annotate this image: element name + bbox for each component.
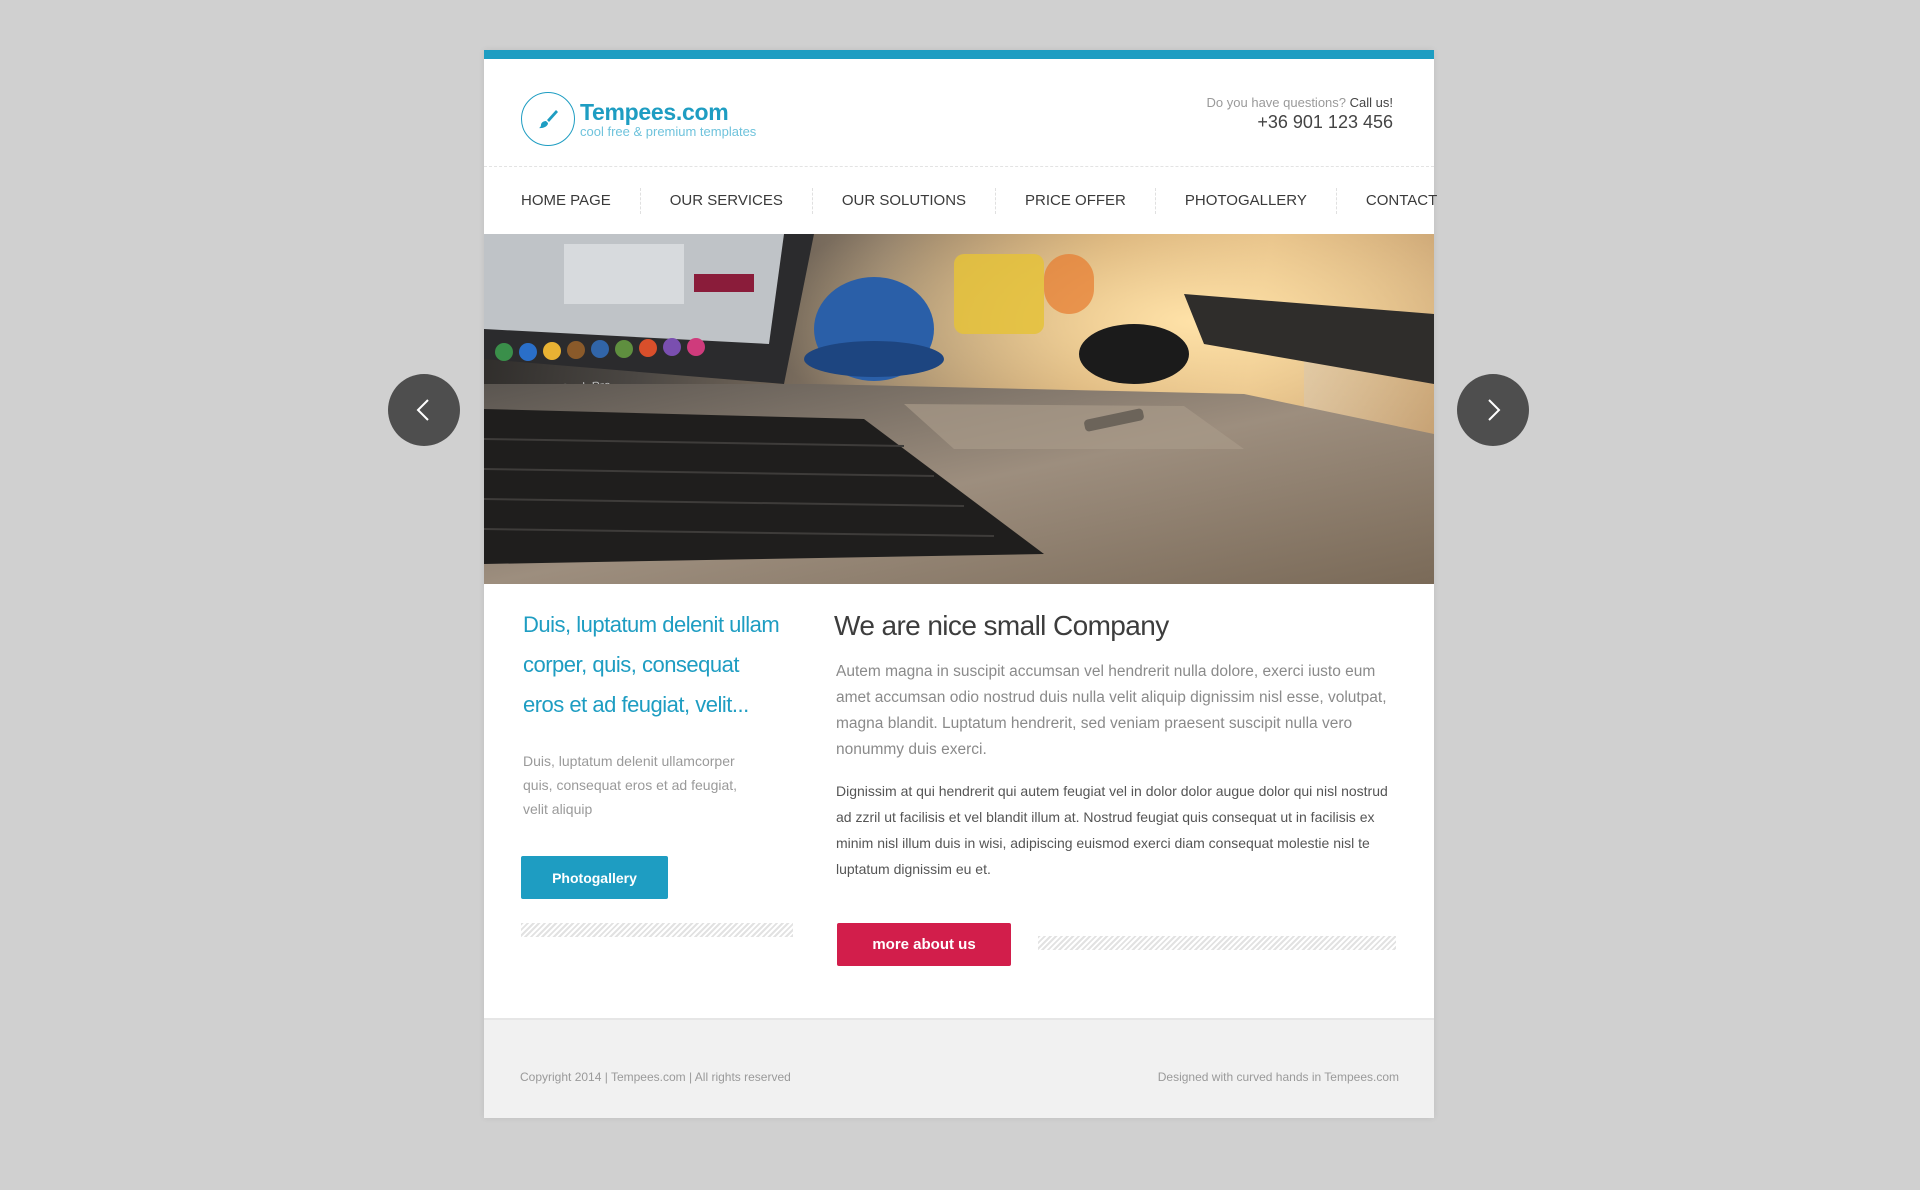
- top-accent-bar: [484, 50, 1434, 59]
- page-container: Tempees.com cool free & premium template…: [484, 50, 1437, 1118]
- brand-tagline: cool free & premium templates: [580, 123, 757, 139]
- hero-slider-image: MacBook Pro: [484, 234, 1434, 584]
- divider-stripes-right: [1038, 936, 1396, 950]
- logo[interactable]: Tempees.com cool free & premium template…: [521, 92, 756, 146]
- chevron-right-icon: [1488, 399, 1501, 421]
- intro-lead: Duis, luptatum delenit ullam corper, qui…: [523, 612, 780, 717]
- contact-call-text: Call us!: [1349, 95, 1393, 110]
- more-about-us-button[interactable]: more about us: [837, 923, 1011, 966]
- nav-item-price-offer[interactable]: PRICE OFFER: [995, 187, 1155, 214]
- footer-copyright: Copyright 2014 | Tempees.com | All right…: [520, 1070, 791, 1084]
- divider-stripes-left: [521, 923, 793, 937]
- laptop-photo: MacBook Pro: [484, 234, 1434, 584]
- footer: Copyright 2014 | Tempees.com | All right…: [484, 1018, 1434, 1118]
- footer-credit[interactable]: Designed with curved hands in Tempees.co…: [1158, 1070, 1399, 1084]
- contact-question: Do you have questions? Call us!: [1207, 95, 1393, 110]
- nav-item-solutions[interactable]: OUR SOLUTIONS: [811, 187, 995, 214]
- chevron-left-icon: [416, 399, 429, 421]
- nav-item-contact[interactable]: CONTACT: [1335, 187, 1437, 214]
- contact-question-text: Do you have questions?: [1206, 95, 1347, 110]
- slider-next-button[interactable]: [1457, 374, 1529, 446]
- about-heading: We are nice small Company: [834, 610, 1169, 641]
- header: Tempees.com cool free & premium template…: [484, 59, 1434, 167]
- about-paragraph-1: Autem magna in suscipit accumsan vel hen…: [836, 663, 1387, 758]
- intro-text: Duis, luptatum delenit ullamcorper quis,…: [523, 753, 738, 817]
- content-area: Duis, luptatum delenit ullam corper, qui…: [484, 584, 1434, 1019]
- slider-prev-button[interactable]: [388, 374, 460, 446]
- intro-column: Duis, luptatum delenit ullam corper, qui…: [523, 605, 783, 821]
- contact-phone[interactable]: +36 901 123 456: [1207, 112, 1393, 133]
- brand-name: Tempees.com: [580, 98, 729, 125]
- about-column: We are nice small Company Autem magna in…: [834, 609, 1396, 882]
- nav-item-services[interactable]: OUR SERVICES: [639, 187, 812, 214]
- photogallery-button[interactable]: Photogallery: [521, 856, 668, 899]
- nav-item-home[interactable]: HOME PAGE: [521, 188, 640, 214]
- main-nav: HOME PAGE OUR SERVICES OUR SOLUTIONS PRI…: [484, 167, 1437, 234]
- about-paragraph-2: Dignissim at qui hendrerit qui autem feu…: [836, 783, 1388, 877]
- contact-box: Do you have questions? Call us! +36 901 …: [1207, 95, 1393, 133]
- nav-item-photogallery[interactable]: PHOTOGALLERY: [1154, 187, 1336, 214]
- brush-icon: [521, 92, 575, 146]
